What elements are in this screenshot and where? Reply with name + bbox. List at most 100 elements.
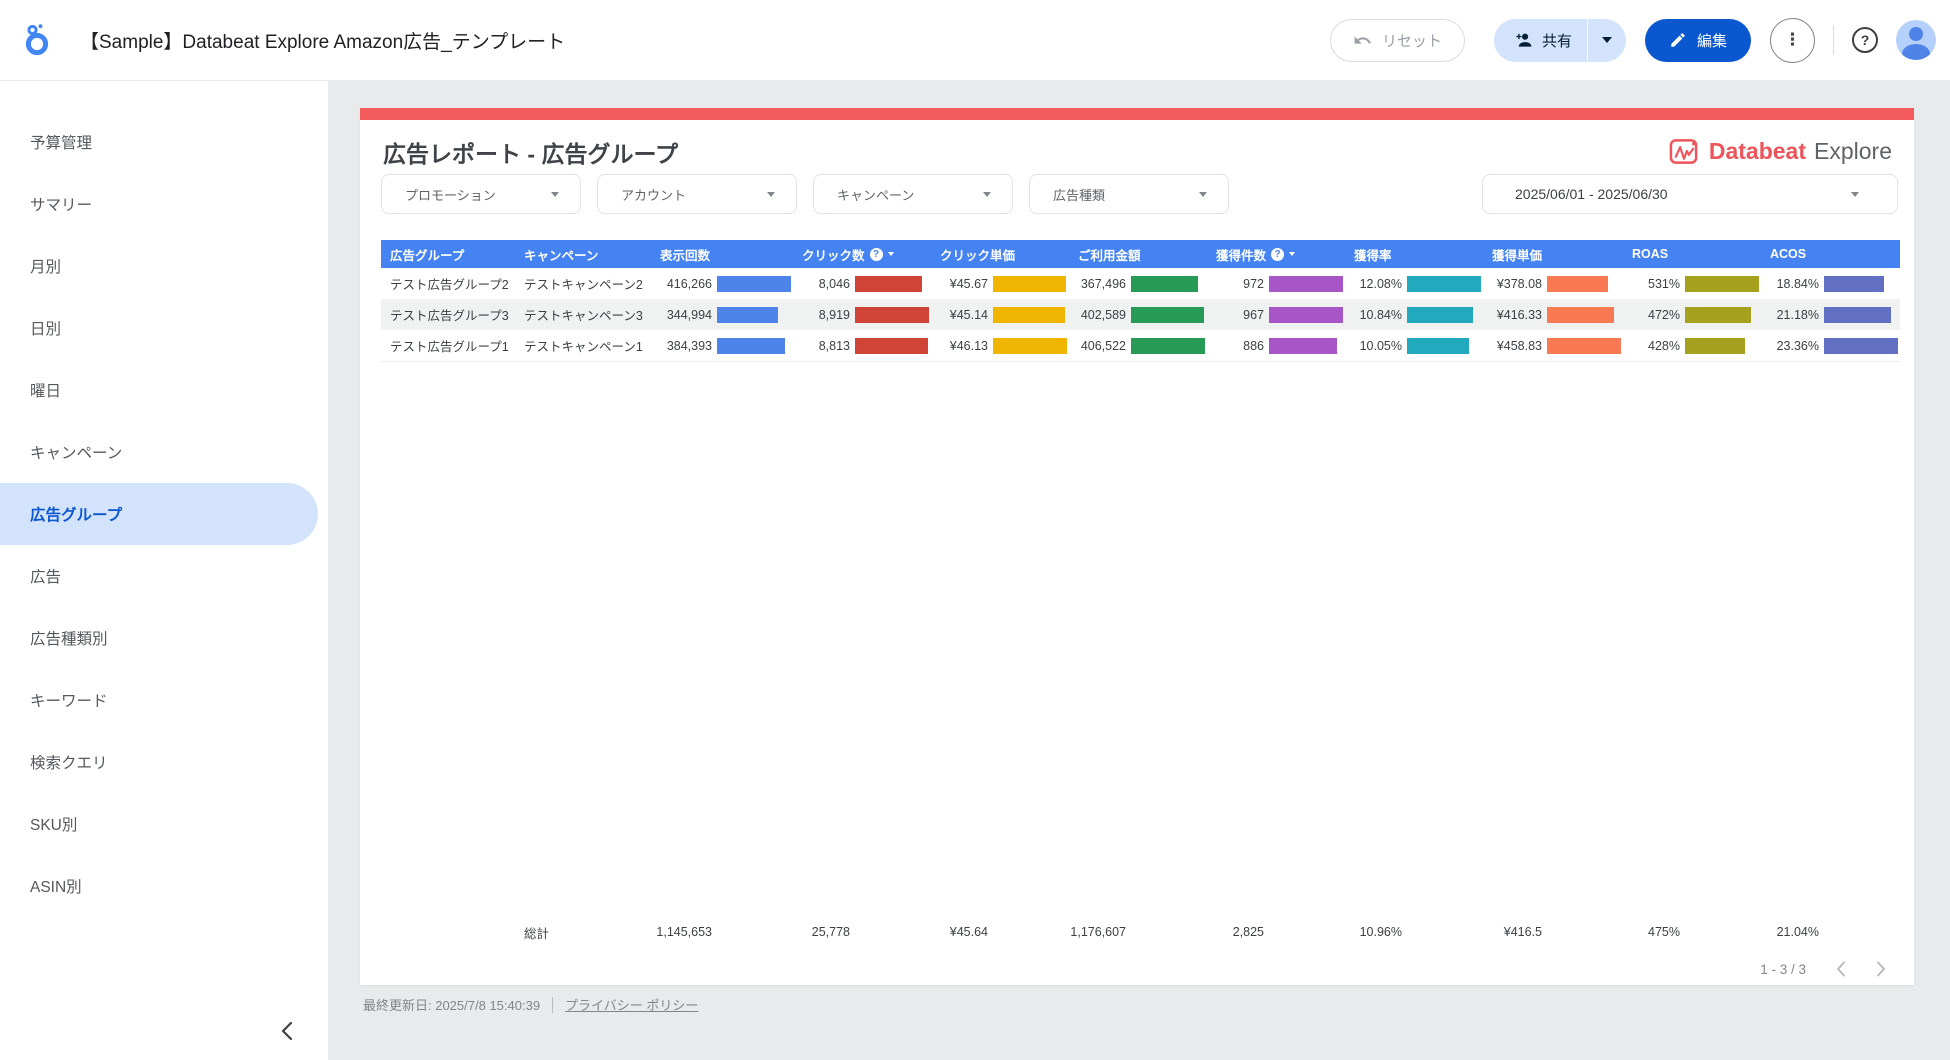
column-header-label: クリック数 <box>802 248 865 263</box>
sidebar-item-budget[interactable]: 予算管理 <box>0 111 328 173</box>
privacy-policy-link[interactable]: プライバシー ポリシー <box>565 995 698 1014</box>
cell-impressions: 416,266 <box>651 268 793 299</box>
column-header-impressions[interactable]: 表示回数 <box>651 245 793 264</box>
cell-cpa: ¥378.08 <box>1483 268 1623 299</box>
user-avatar[interactable] <box>1896 20 1936 60</box>
filter-ad-type[interactable]: 広告種類 <box>1029 174 1229 214</box>
chevron-left-icon <box>1836 961 1846 977</box>
cell-cvr: 10.05% <box>1345 330 1483 361</box>
bar <box>993 275 1067 292</box>
cell-value: 384,393 <box>666 338 712 353</box>
next-page-button[interactable] <box>1876 961 1886 977</box>
sidebar-item-search-query[interactable]: 検索クエリ <box>0 731 328 793</box>
avatar-torso <box>1902 44 1930 60</box>
total-clicks: 25,778 <box>793 917 931 947</box>
prev-page-button[interactable] <box>1836 961 1846 977</box>
sidebar-item-ad[interactable]: 広告 <box>0 545 328 607</box>
bar-zone <box>1824 275 1900 292</box>
sidebar-item-keyword[interactable]: キーワード <box>0 669 328 731</box>
total-value: 2,825 <box>1232 925 1264 939</box>
share-button[interactable]: 共有 <box>1494 19 1587 62</box>
column-header-campaign[interactable]: キャンペーン <box>515 245 651 264</box>
bar-zone-empty <box>717 924 793 940</box>
sidebar-item-campaign[interactable]: キャンペーン <box>0 421 328 483</box>
cell-ad-group: テスト広告グループ1 <box>390 340 509 354</box>
share-dropdown-button[interactable] <box>1588 19 1626 62</box>
cell-cost: 406,522 <box>1069 330 1207 361</box>
edit-button[interactable]: 編集 <box>1644 18 1751 62</box>
cell-value: 8,046 <box>818 276 850 291</box>
column-header-roas[interactable]: ROAS <box>1623 247 1761 261</box>
sidebar-item-weekday[interactable]: 曜日 <box>0 359 328 421</box>
column-header-ad_group[interactable]: 広告グループ <box>381 245 515 264</box>
filter-label: キャンペーン <box>837 187 915 203</box>
sidebar-item-label: サマリー <box>30 197 93 214</box>
page-list: 予算管理サマリー月別日別曜日 キャンペーン 広告グループ 広告広告種類別キーワード 検索… <box>0 81 328 917</box>
column-header-acos[interactable]: ACOS <box>1761 247 1900 261</box>
chevron-left-icon <box>281 1021 293 1041</box>
bar-zone <box>1547 306 1623 323</box>
bar <box>1824 275 1884 292</box>
column-header-cpc[interactable]: クリック単価 <box>931 245 1069 264</box>
sidebar-item-summary[interactable]: サマリー <box>0 173 328 235</box>
filter-account[interactable]: アカウント <box>597 174 797 214</box>
undo-icon <box>1353 31 1372 50</box>
looker-studio-logo-icon[interactable] <box>22 23 56 57</box>
databeat-logo-icon <box>1669 136 1700 167</box>
help-icon: ? <box>1860 32 1870 48</box>
bar-zone-empty <box>1685 924 1761 940</box>
table-body: テスト広告グループ2 テストキャンペーン2 416,266 8,046 ¥45.67 36… <box>381 268 1900 362</box>
chevron-down-icon <box>1199 191 1207 197</box>
sidebar-item-label: ASIN別 <box>30 879 82 896</box>
cell-acos: 21.18% <box>1761 299 1900 330</box>
sidebar-item-sku[interactable]: SKU別 <box>0 793 328 855</box>
sidebar-item-label: 日別 <box>30 321 62 338</box>
column-header-cvr[interactable]: 獲得率 <box>1345 245 1483 264</box>
total-value: 25,778 <box>811 925 850 939</box>
sidebar-item-monthly[interactable]: 月別 <box>0 235 328 297</box>
bar-zone <box>1407 275 1483 292</box>
reset-button[interactable]: リセット <box>1329 18 1465 62</box>
bar <box>1685 337 1745 354</box>
column-header-conversions[interactable]: 獲得件数? <box>1207 245 1345 264</box>
column-header-clicks[interactable]: クリック数? <box>793 245 931 264</box>
bar-zone <box>993 275 1069 292</box>
column-header-cost[interactable]: ご利用金額 <box>1069 245 1207 264</box>
cell-acos: 18.84% <box>1761 268 1900 299</box>
cell-campaign: テストキャンペーン3 <box>524 309 643 323</box>
app-header: 【Sample】Databeat Explore Amazon広告_テンプレート… <box>0 0 1950 81</box>
cell-clicks: 8,046 <box>793 268 931 299</box>
cell-conversions: 967 <box>1207 299 1345 330</box>
sidebar-item-ad-type[interactable]: 広告種類別 <box>0 607 328 669</box>
cell-cpc: ¥45.67 <box>931 268 1069 299</box>
filter-campaign[interactable]: キャンペーン <box>813 174 1013 214</box>
header-divider <box>1833 25 1834 55</box>
column-header-label: ROAS <box>1632 247 1669 261</box>
date-range-control[interactable]: 2025/06/01 - 2025/06/30 <box>1482 174 1898 214</box>
help-button[interactable]: ? <box>1852 27 1878 53</box>
bar-zone <box>717 337 793 354</box>
cell-impressions: 344,994 <box>651 299 793 330</box>
bar-zone-empty <box>1269 924 1345 940</box>
bar <box>1824 337 1898 354</box>
bar <box>1685 306 1751 323</box>
bar-zone <box>1685 306 1761 323</box>
column-header-label: ご利用金額 <box>1078 248 1141 263</box>
header-controls: リセット 共有 編集 ⋮ ? <box>1329 17 1950 63</box>
filter-promotion[interactable]: プロモーション <box>381 174 581 214</box>
sidebar-item-ad-group[interactable]: 広告グループ <box>0 483 318 545</box>
sidebar-collapse-button[interactable] <box>272 1016 302 1046</box>
brand-name: Databeat <box>1708 138 1807 164</box>
more-options-button[interactable]: ⋮ <box>1770 17 1815 63</box>
share-split-button: 共有 <box>1493 18 1626 62</box>
report-canvas: 広告レポート - 広告グループ Databeat Explore プロモーション… <box>360 108 1914 985</box>
sidebar-item-daily[interactable]: 日別 <box>0 297 328 359</box>
sidebar-item-asin[interactable]: ASIN別 <box>0 855 328 917</box>
bar <box>1547 275 1608 292</box>
cell-value: 972 <box>1243 276 1264 291</box>
cell-value: 367,496 <box>1080 276 1126 291</box>
bar-zone <box>1407 337 1483 354</box>
column-header-cpa[interactable]: 獲得単価 <box>1483 245 1623 264</box>
sidebar-item-label: 広告種類別 <box>30 631 108 648</box>
cell-value: 12.08% <box>1359 276 1402 291</box>
